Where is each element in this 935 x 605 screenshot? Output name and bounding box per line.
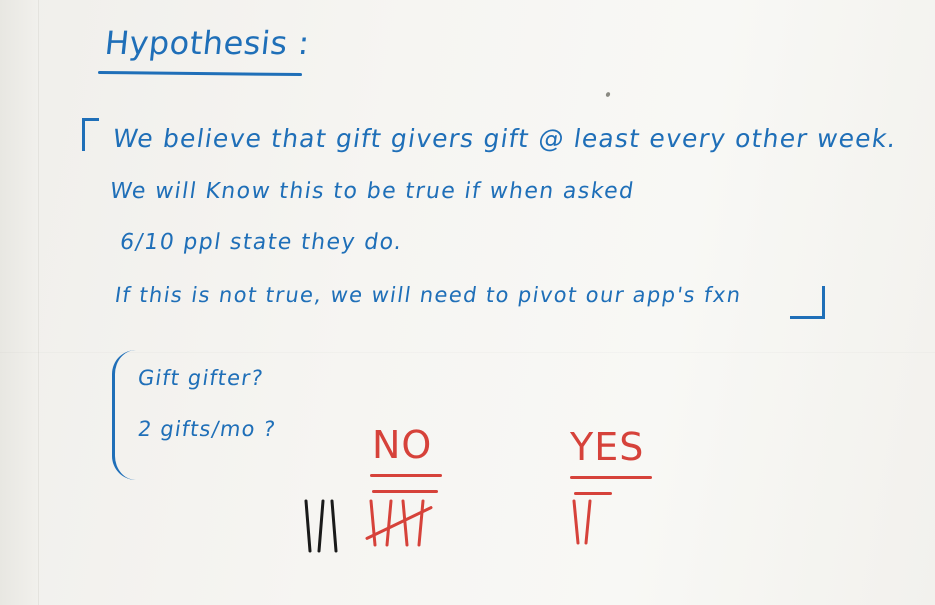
tally-mark xyxy=(385,499,393,547)
title-underline xyxy=(97,70,303,77)
hypothesis-line-2: We will Know this to be true if when ask… xyxy=(108,179,637,204)
board-frame-edge xyxy=(0,0,39,605)
tally-mark xyxy=(317,499,325,553)
questions-brace xyxy=(112,350,139,480)
hypothesis-title: Hypothesis : xyxy=(103,24,312,62)
hypothesis-line-4: If this is not true, we will need to piv… xyxy=(113,283,744,307)
tally-mark xyxy=(572,499,580,545)
no-tally-divider xyxy=(372,490,438,493)
board-seam xyxy=(0,352,935,353)
tally-mark xyxy=(304,499,312,553)
no-tally-marks xyxy=(365,499,433,547)
question-gift-gifter: Gift gifter? xyxy=(136,366,266,390)
no-label: NO xyxy=(372,423,433,467)
hypothesis-line-1: We believe that gift givers gift @ least… xyxy=(110,124,899,153)
open-bracket xyxy=(82,118,99,151)
tally-mark xyxy=(417,499,425,547)
yes-label: YES xyxy=(570,425,645,469)
hypothesis-line-3: 6/10 ppl state they do. xyxy=(118,230,405,255)
no-underline xyxy=(370,474,442,477)
whiteboard: Hypothesis : We believe that gift givers… xyxy=(0,0,935,605)
gifter-tally-marks xyxy=(304,499,338,553)
yes-tally-marks xyxy=(572,499,592,545)
tally-mark xyxy=(330,499,338,553)
tally-mark xyxy=(369,499,377,547)
tally-mark xyxy=(584,499,592,545)
yes-underline xyxy=(570,476,652,479)
board-speck xyxy=(605,91,611,98)
close-bracket xyxy=(790,286,825,319)
tally-mark xyxy=(401,499,409,547)
question-gifts-per-month: 2 gifts/mo ? xyxy=(136,417,278,441)
